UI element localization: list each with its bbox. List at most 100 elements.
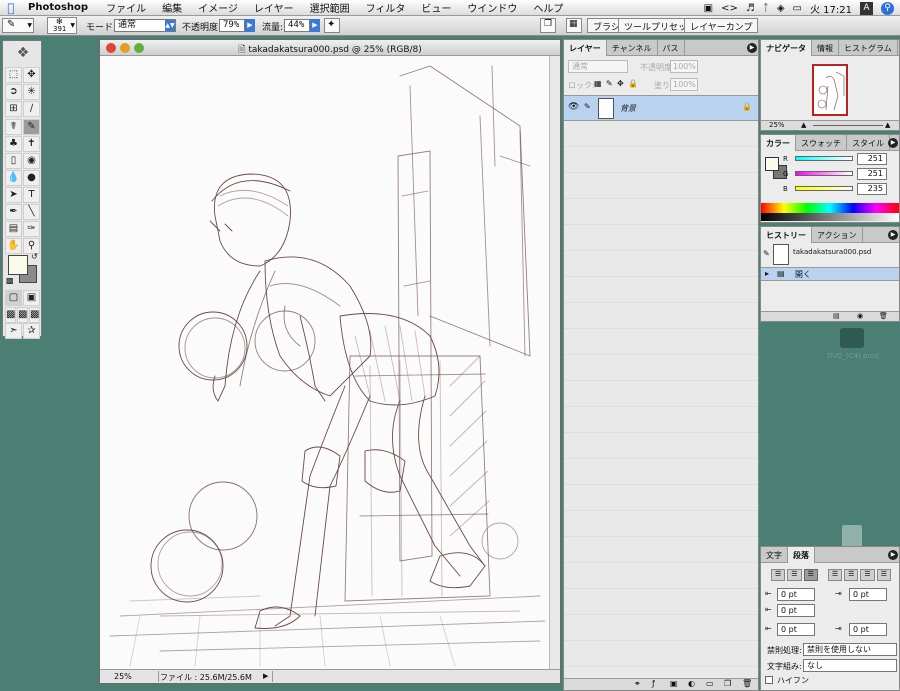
hyphen-checkbox[interactable]	[765, 676, 773, 684]
camera-icon[interactable]: ◉	[857, 312, 863, 320]
mask-icon[interactable]: ▣	[670, 679, 678, 688]
status-menu-icon[interactable]: ▶	[263, 672, 268, 680]
tab-color[interactable]: カラー	[761, 135, 796, 151]
eraser-tool-icon[interactable]: ▯	[5, 153, 22, 169]
type-tool-icon[interactable]: T	[23, 187, 40, 203]
tab-navigator[interactable]: ナビゲータ	[761, 40, 812, 56]
menu-filter[interactable]: フィルタ	[358, 0, 414, 15]
palette-menu-icon[interactable]: ▶	[888, 138, 898, 148]
g-input[interactable]: 251	[857, 168, 887, 180]
zoom-level[interactable]: 25%	[114, 672, 132, 681]
disc-icon[interactable]	[840, 328, 864, 348]
magic-wand-tool-icon[interactable]: ✳	[23, 84, 40, 100]
bluetooth-icon[interactable]: ᛏ	[763, 3, 769, 14]
sync-icon[interactable]: <>	[721, 3, 738, 14]
history-brush-tool-icon[interactable]: ✝	[23, 136, 40, 152]
paint-bucket-tool-icon[interactable]: ◉	[23, 153, 40, 169]
marquee-tool-icon[interactable]: ⬚	[5, 67, 22, 83]
opacity-input[interactable]: 79%	[219, 19, 245, 32]
indent-right-input[interactable]: 0 pt	[849, 588, 887, 601]
indent-left-input[interactable]: 0 pt	[777, 588, 815, 601]
menu-edit[interactable]: 編集	[154, 0, 190, 15]
trash-icon[interactable]: 🗑	[742, 679, 752, 688]
pen-tool-icon[interactable]: ✒	[5, 204, 22, 220]
justify-left-icon[interactable]: ☰	[827, 569, 843, 581]
menu-view[interactable]: ビュー	[413, 0, 459, 15]
justify-right-icon[interactable]: ☰	[860, 569, 875, 581]
eyedropper-tool-icon[interactable]: ✑	[23, 221, 40, 237]
display-icon[interactable]: ▣	[704, 3, 713, 14]
tab-swatches[interactable]: スウォッチ	[796, 135, 847, 151]
opacity-slider-toggle[interactable]: ▶	[245, 19, 255, 32]
justify-all-icon[interactable]: ☰	[876, 569, 891, 581]
app-menu[interactable]: Photoshop	[22, 2, 98, 13]
tab-history[interactable]: ヒストリー	[761, 227, 812, 243]
tool-preset-picker[interactable]: ✎ ▼	[2, 18, 34, 33]
tab-actions[interactable]: アクション	[812, 227, 863, 243]
lasso-tool-icon[interactable]: ➲	[5, 84, 22, 100]
flow-input[interactable]: 44%	[284, 19, 310, 32]
path-selection-tool-icon[interactable]: ➤	[5, 187, 22, 203]
healing-brush-tool-icon[interactable]: ☤	[5, 119, 22, 135]
flow-slider-toggle[interactable]: ▶	[310, 19, 320, 32]
document-desktop-icon[interactable]	[842, 525, 862, 547]
kinsoku-select[interactable]: 禁則を使用しない	[803, 643, 897, 656]
space-before-input[interactable]: 0 pt	[777, 623, 815, 636]
indent-first-line-input[interactable]: 0 pt	[777, 604, 815, 617]
navigator-thumbnail[interactable]	[812, 64, 848, 116]
adjustment-icon[interactable]: ◐	[688, 679, 695, 688]
history-snapshot[interactable]: ✎ takadakatsura000.psd	[761, 243, 899, 267]
apple-menu-icon[interactable]: 	[0, 1, 22, 15]
lock-transparency-icon[interactable]: ▦	[594, 79, 602, 88]
r-slider[interactable]	[795, 156, 853, 161]
folder-icon[interactable]: ▭	[706, 679, 714, 688]
align-right-icon[interactable]: ☰	[803, 569, 818, 581]
history-slider-icon[interactable]: ▸	[765, 269, 769, 278]
line-tool-icon[interactable]: ╲	[23, 204, 40, 220]
b-input[interactable]: 235	[857, 183, 887, 195]
zoom-slider[interactable]	[813, 125, 883, 126]
layer-style-icon[interactable]: ƒ	[652, 679, 655, 688]
palette-menu-icon[interactable]: ▶	[888, 230, 898, 240]
eye-icon[interactable]: 👁	[568, 102, 579, 112]
move-tool-icon[interactable]: ✥	[23, 67, 40, 83]
airbrush-button[interactable]: ✦	[324, 18, 340, 33]
tab-paths[interactable]: パス	[658, 40, 685, 56]
link-icon[interactable]: ⚭	[634, 679, 641, 688]
justify-center-icon[interactable]: ☰	[844, 569, 859, 581]
lock-all-icon[interactable]: 🔒	[628, 79, 638, 88]
blend-mode-select[interactable]: 通常	[568, 60, 628, 73]
jump-to-imageready-icon[interactable]: ➣	[5, 323, 22, 339]
mode-select[interactable]: 通常 ▲▼	[114, 19, 176, 32]
horizontal-scrollbar[interactable]	[272, 671, 560, 682]
document-titlebar[interactable]: 🖹 takadakatsura000.psd @ 25% (RGB/8)	[100, 40, 560, 56]
lock-position-icon[interactable]: ✥	[617, 79, 624, 88]
zoom-in-icon[interactable]: ▲	[885, 121, 890, 129]
align-center-icon[interactable]: ☰	[787, 569, 802, 581]
zoom-out-icon[interactable]: ▲	[801, 121, 806, 129]
palette-menu-icon[interactable]: ▶	[747, 43, 757, 53]
foreground-color-swatch[interactable]	[8, 255, 28, 275]
screen-mode-full-menu-icon[interactable]: ▩	[17, 307, 28, 323]
default-colors-icon[interactable]: ▩	[6, 276, 14, 285]
menu-image[interactable]: イメージ	[190, 0, 246, 15]
tab-histogram[interactable]: ヒストグラム	[839, 40, 898, 56]
lock-paint-icon[interactable]: ✎	[606, 79, 613, 88]
wifi-icon[interactable]: ◈	[777, 3, 785, 14]
dodge-tool-icon[interactable]: ●	[23, 170, 40, 186]
menu-window[interactable]: ウインドウ	[459, 0, 525, 15]
g-slider[interactable]	[795, 171, 853, 176]
battery-icon[interactable]: ▭	[793, 3, 802, 14]
volume-icon[interactable]: ♬	[746, 3, 755, 14]
tab-channels[interactable]: チャンネル	[607, 40, 658, 56]
swap-colors-icon[interactable]: ↺	[31, 252, 38, 261]
spotlight-icon[interactable]: ⚲	[881, 1, 894, 15]
vertical-scrollbar[interactable]	[549, 56, 560, 669]
feather-logo-icon[interactable]: ❖	[7, 45, 39, 63]
navigator-zoom[interactable]: 25%	[769, 121, 785, 129]
layer-opacity-input[interactable]: 100%	[670, 60, 698, 73]
history-step[interactable]: ▸ ▤ 開く	[761, 267, 899, 281]
tab-paragraph[interactable]: 段落	[788, 547, 815, 563]
menu-file[interactable]: ファイル	[98, 0, 154, 15]
brush-tool-icon[interactable]: ✎	[23, 119, 40, 135]
